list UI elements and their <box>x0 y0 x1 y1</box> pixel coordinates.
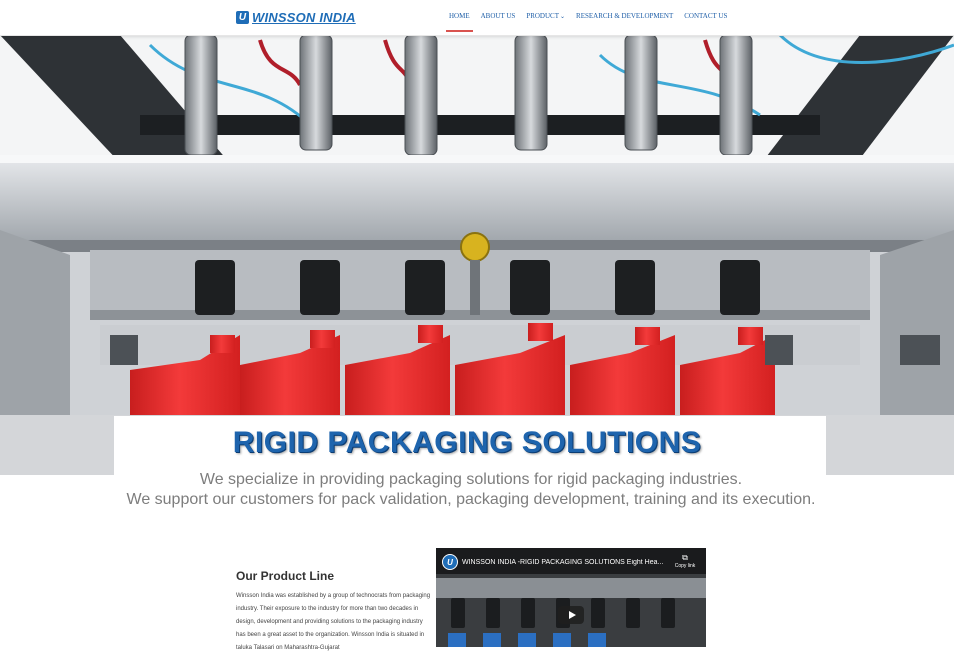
nav-product-label: PRODUCT <box>526 12 559 20</box>
nav-home[interactable]: HOME <box>446 12 473 32</box>
copy-icon: ⧉ <box>682 553 688 562</box>
copy-link-button[interactable]: ⧉ Copy link <box>670 553 700 569</box>
chevron-down-icon: ⌄ <box>560 14 566 20</box>
brand-name: WINSSON INDIA <box>252 10 356 25</box>
hero-tagline-2: We support our customers for pack valida… <box>126 491 816 508</box>
play-icon <box>568 611 576 619</box>
filling-machine-illustration <box>0 35 954 475</box>
nav-contact-us[interactable]: CONTACT US <box>684 12 727 20</box>
copy-link-label: Copy link <box>674 563 696 569</box>
hero-title: RIGID PACKAGING SOLUTIONS <box>232 426 702 459</box>
play-button[interactable] <box>558 606 584 624</box>
hero-tagline-1: We specialize in providing packaging sol… <box>199 471 743 488</box>
nav-about-us[interactable]: ABOUT US <box>481 12 516 20</box>
logo-icon: U <box>236 11 249 24</box>
hero-image <box>0 35 954 475</box>
top-navbar: U WINSSON INDIA HOME ABOUT US PRODUCT⌄ R… <box>0 0 954 36</box>
product-line-title: Our Product Line <box>236 569 335 583</box>
video-title[interactable]: WINSSON INDIA -RIGID PACKAGING SOLUTIONS… <box>462 559 677 566</box>
channel-avatar[interactable]: U <box>442 554 458 570</box>
brand-logo[interactable]: U WINSSON INDIA <box>236 10 356 25</box>
nav-product[interactable]: PRODUCT⌄ <box>526 12 565 20</box>
nav-research-development[interactable]: RESEARCH & DEVELOPMENT <box>576 12 673 20</box>
embedded-video-player[interactable]: U WINSSON INDIA -RIGID PACKAGING SOLUTIO… <box>436 548 706 647</box>
main-menu: HOME ABOUT US PRODUCT⌄ RESEARCH & DEVELO… <box>446 12 738 32</box>
product-line-description: Winsson India was established by a group… <box>236 593 431 651</box>
